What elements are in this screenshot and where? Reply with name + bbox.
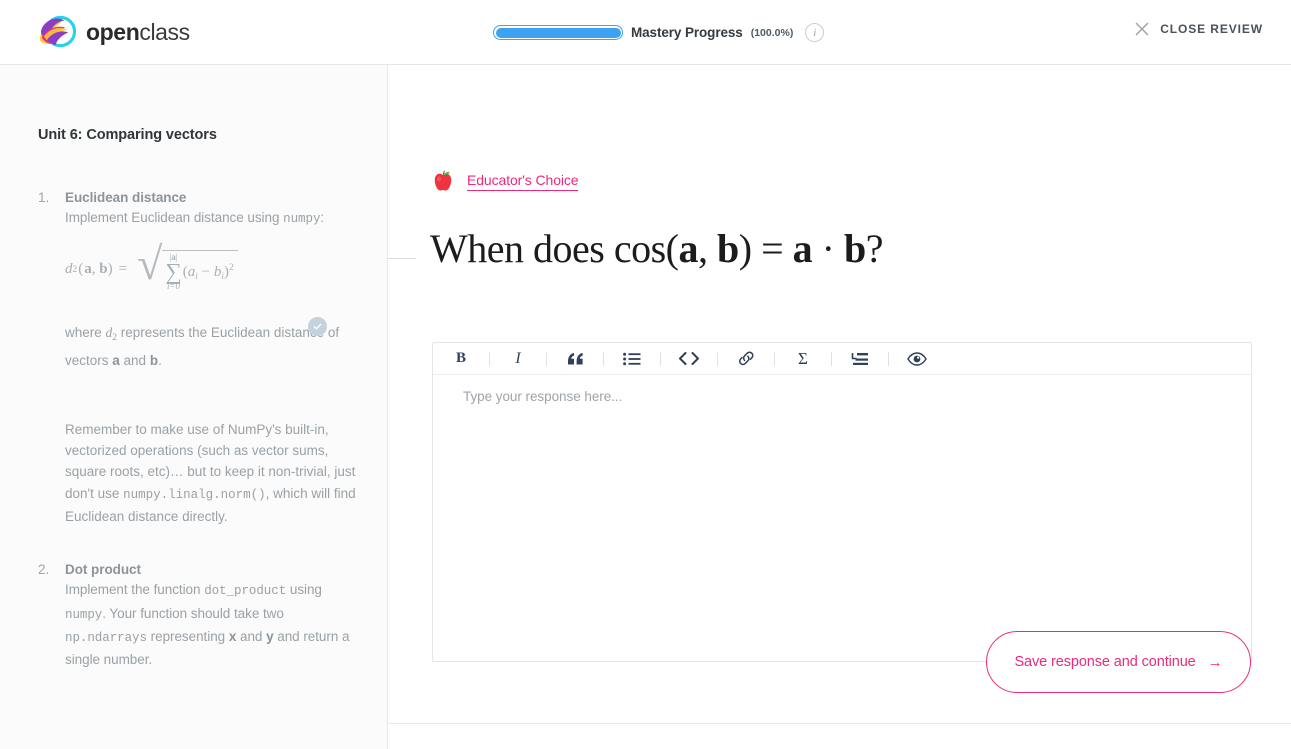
bold-icon: B (455, 350, 466, 366)
logo-light-text: class (139, 18, 190, 45)
where-end: . (158, 352, 162, 368)
q-vector-b2: b (843, 226, 866, 271)
math-sigma-button[interactable]: Σ (775, 343, 831, 374)
response-editor: B I Σ Type your response here... (432, 342, 1252, 662)
response-textarea[interactable]: Type your response here... (433, 375, 1251, 661)
preview-eye-icon (907, 351, 927, 366)
q-vector-a2: a (792, 226, 813, 271)
indent-button[interactable] (832, 343, 888, 374)
bullet-list-button[interactable] (604, 343, 660, 374)
dp-mid3: representing (146, 628, 229, 644)
inline-code-ndarrays: np.ndarrays (65, 630, 147, 645)
openclass-wordmark: openclass (86, 18, 190, 45)
link-button[interactable] (718, 343, 774, 374)
task-item-dot-product: 2. Dot product Implement the function do… (38, 562, 358, 670)
openclass-logo[interactable]: openclass (38, 14, 190, 50)
checkmark-icon (313, 323, 322, 330)
italic-icon: I (515, 349, 521, 367)
formula-d: d (65, 261, 73, 278)
task-sidebar: Unit 6: Comparing vectors 1. Euclidean d… (0, 65, 388, 749)
mastery-progress-label: Mastery Progress (631, 25, 743, 40)
close-review-button[interactable]: CLOSE REVIEW (1134, 21, 1263, 37)
panel-edge-tick (388, 258, 416, 259)
task-title: Euclidean distance (65, 190, 187, 205)
q-comma: , (697, 226, 717, 271)
where-vector-a: a (112, 352, 120, 368)
logo-bold-text: open (86, 18, 140, 45)
mastery-progress-group: Mastery Progress (100.0%) i (493, 23, 825, 42)
sum-lower-limit: i=0 (166, 281, 181, 292)
bullet-list-icon (623, 352, 641, 365)
task-number: 2. (38, 562, 50, 578)
where-vector-b: b (149, 352, 159, 368)
inline-code-linalg-norm: numpy.linalg.norm() (123, 487, 266, 502)
sigma-icon: Σ (798, 348, 808, 368)
app-header: openclass Mastery Progress (100.0%) i CL… (0, 0, 1291, 65)
save-and-continue-button[interactable]: Save response and continue → (986, 631, 1251, 693)
inline-code-dot-product: dot_product (204, 584, 287, 599)
indent-icon (851, 352, 868, 365)
openclass-logo-mark (39, 15, 77, 48)
where-pre: where (65, 325, 106, 341)
dp-mid2: . Your function should take two (102, 605, 284, 621)
question-panel: Educator's Choice When does cos(a, b) = … (388, 65, 1291, 749)
bottom-divider (388, 723, 1291, 724)
bold-button[interactable]: B (433, 343, 489, 374)
q-dot: · (812, 226, 844, 271)
mastery-progress-bar (493, 25, 623, 40)
dp-mid4: and (236, 628, 267, 644)
q-question-mark: ? (865, 226, 884, 271)
apple-icon (434, 170, 452, 191)
question-title: When does cos(a, b) = a · b? (430, 225, 883, 272)
preview-button[interactable] (889, 343, 945, 374)
var-y: y (266, 628, 274, 644)
mastery-progress-fill (495, 27, 621, 38)
dp-mid1: using (286, 582, 322, 598)
code-icon (679, 352, 699, 365)
code-button[interactable] (661, 343, 717, 374)
task-list: 1. Euclidean distance Implement Euclidea… (38, 190, 358, 681)
info-icon[interactable]: i (805, 23, 825, 42)
q-vector-a: a (678, 226, 698, 271)
formula-summation: |a| ∑ i=0 (165, 252, 182, 292)
editor-toolbar: B I Σ (433, 343, 1251, 375)
q-open-paren: ( (665, 226, 679, 271)
task-number: 1. (38, 190, 50, 205)
q-prefix: When does (430, 226, 614, 271)
q-cos: cos (613, 226, 666, 271)
save-button-label: Save response and continue (1014, 654, 1196, 670)
task-description: Implement the function dot_product using… (65, 579, 358, 670)
formula-radical: √ |a| ∑ i=0 (ai − bi)2 (137, 241, 238, 292)
task-description: Implement Euclidean distance using numpy… (65, 207, 358, 230)
task-desc-post: : (320, 210, 325, 225)
italic-button[interactable]: I (490, 343, 546, 374)
inline-code-numpy: numpy (65, 607, 103, 622)
q-vector-b: b (716, 226, 739, 271)
educators-choice-label[interactable]: Educator's Choice (467, 172, 579, 191)
unit-title: Unit 6: Comparing vectors (38, 127, 217, 143)
formula-equals: = (118, 261, 128, 278)
mastery-progress-percent: (100.0%) (750, 26, 794, 39)
blockquote-button[interactable] (547, 343, 603, 374)
inline-code-numpy: numpy (283, 212, 321, 226)
dp-pre: Implement the function (65, 582, 205, 598)
euclidean-distance-formula: d2 (a, b) = √ |a| ∑ i=0 (ai − bi)2 (65, 241, 358, 306)
task-hint: Remember to make use of NumPy's built-in… (65, 419, 358, 527)
task-item-euclidean-distance: 1. Euclidean distance Implement Euclidea… (38, 190, 358, 527)
close-icon (1135, 22, 1149, 36)
task-title: Dot product (65, 562, 141, 578)
educators-choice-badge[interactable]: Educator's Choice (432, 169, 579, 193)
where-and: and (119, 352, 150, 368)
close-review-label: CLOSE REVIEW (1160, 22, 1263, 36)
q-close-paren: ) (738, 226, 752, 271)
formula-d-sub: 2 (72, 264, 78, 275)
link-icon (738, 351, 754, 366)
task-completed-badge (308, 317, 327, 336)
quote-icon (567, 352, 583, 364)
task-desc-pre: Implement Euclidean distance using (65, 210, 284, 225)
q-equals: = (751, 226, 793, 271)
arrow-right-icon: → (1207, 653, 1223, 671)
